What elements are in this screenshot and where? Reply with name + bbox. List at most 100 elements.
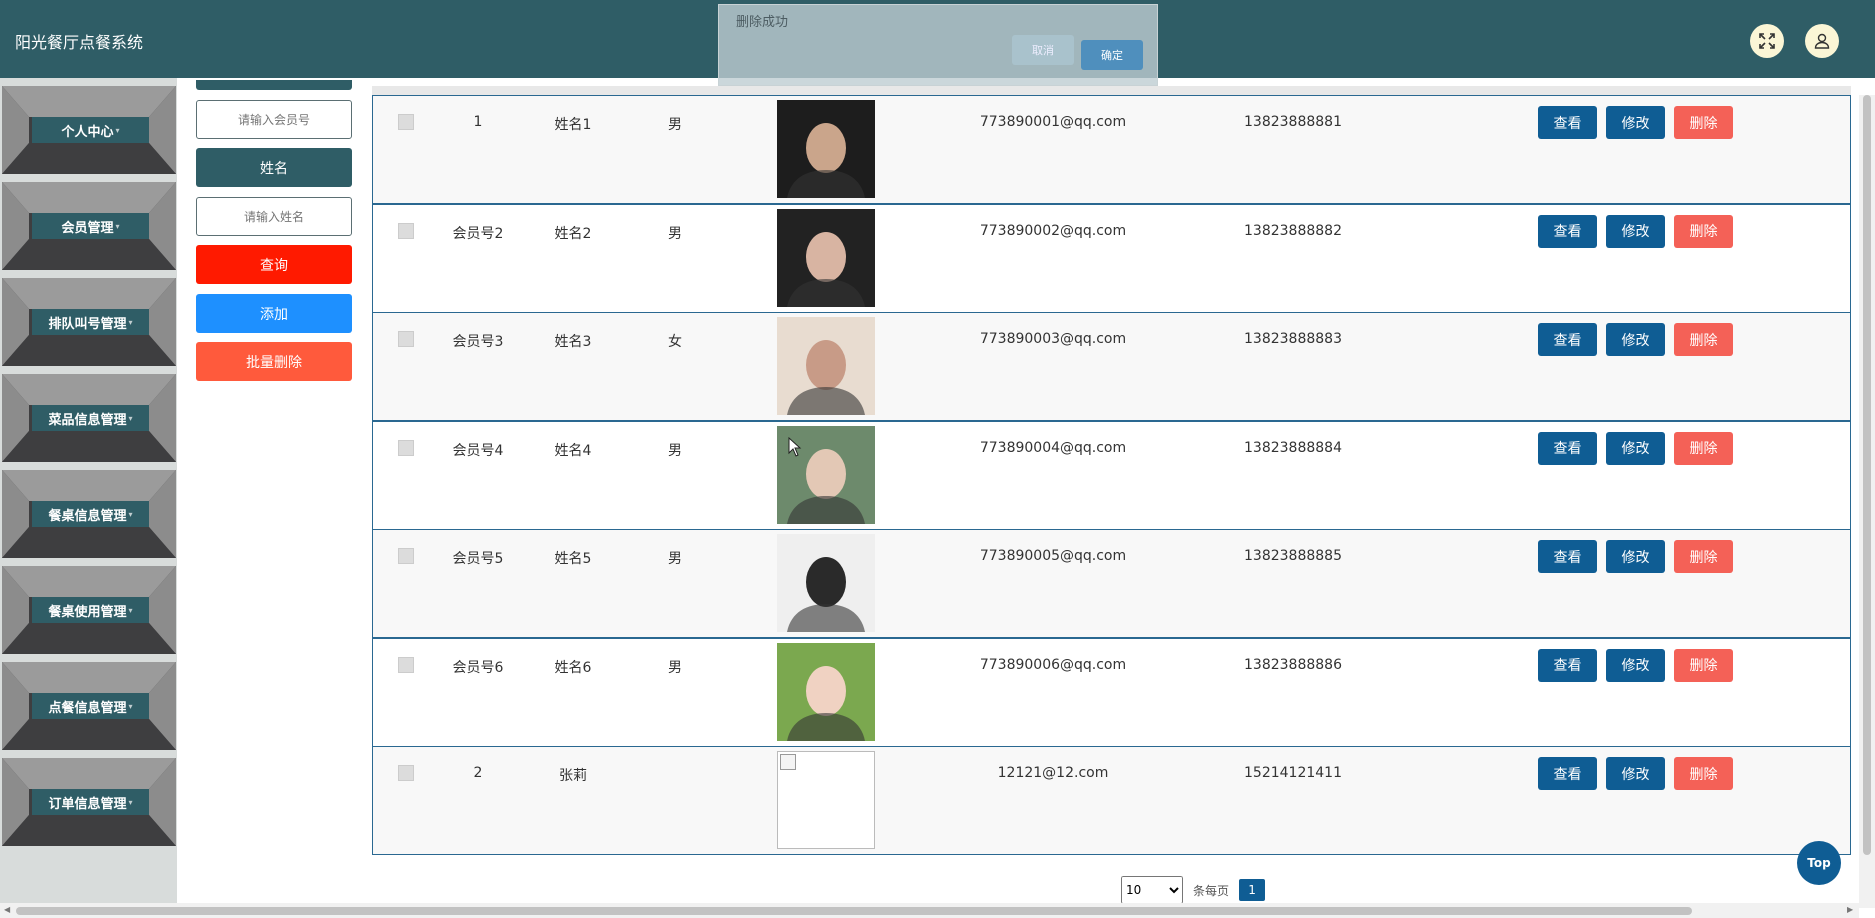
mouse-cursor-icon <box>788 437 802 457</box>
sidebar-item-label: 会员管理 ▾ <box>32 213 149 239</box>
row-checkbox[interactable] <box>398 439 414 456</box>
edit-button[interactable]: 修改 <box>1606 431 1665 465</box>
back-to-top-button[interactable]: Top <box>1797 841 1841 885</box>
edit-button[interactable]: 修改 <box>1606 323 1665 356</box>
table-row: 会员号2 姓名2 男 773890002@qq.com 13823888882 查看 修改删… <box>372 203 1851 313</box>
scroll-right-icon[interactable]: ▶ <box>1847 905 1853 914</box>
name-cell: 姓名2 <box>554 225 592 242</box>
sidebar-item-5[interactable]: 餐桌信息管理 ▾ <box>2 470 176 558</box>
member-photo <box>777 317 875 415</box>
dialog-cancel-button[interactable]: 取消 <box>1012 35 1074 65</box>
member-no-cell: 会员号3 <box>452 334 504 350</box>
name-cell: 姓名4 <box>554 442 592 459</box>
email-cell: 773890002@qq.com <box>979 222 1127 239</box>
user-icon[interactable] <box>1805 24 1839 58</box>
page-size-select[interactable]: 10 <box>1121 876 1183 904</box>
row-checkbox[interactable] <box>398 114 414 130</box>
horizontal-scrollbar[interactable]: ◀ ▶ <box>0 903 1859 918</box>
member-no-cell: 会员号6 <box>452 659 504 676</box>
sidebar-item-6[interactable]: 餐桌使用管理 ▾ <box>2 566 176 654</box>
member-photo <box>777 100 875 198</box>
vertical-scrollbar[interactable] <box>1859 95 1875 908</box>
member-no-input[interactable] <box>196 100 352 139</box>
gender-cell: 男 <box>668 442 682 459</box>
table-row: 会员号5 姓名5 男 773890005@qq.com 13823888885 查看 修改删… <box>372 529 1851 638</box>
view-button[interactable]: 查看 <box>1538 214 1597 248</box>
edit-button[interactable]: 修改 <box>1606 540 1665 573</box>
view-button[interactable]: 查看 <box>1538 323 1597 356</box>
dialog-message: 删除成功 <box>736 15 789 30</box>
row-checkbox[interactable] <box>398 222 414 239</box>
delete-button[interactable]: 删除 <box>1674 431 1733 465</box>
row-checkbox[interactable] <box>398 331 414 347</box>
page-1-button[interactable]: 1 <box>1239 879 1266 901</box>
sidebar-item-3[interactable]: 排队叫号管理 ▾ <box>2 278 176 366</box>
edit-button[interactable]: 修改 <box>1606 106 1665 139</box>
view-button[interactable]: 查看 <box>1538 648 1597 682</box>
search-panel-strip <box>196 80 352 90</box>
pagination: 10 条每页 1 <box>1121 876 1266 904</box>
fullscreen-icon[interactable] <box>1750 24 1784 58</box>
delete-button[interactable]: 删除 <box>1674 214 1733 248</box>
view-button[interactable]: 查看 <box>1538 431 1597 465</box>
phone-cell: 13823888886 <box>1244 656 1342 673</box>
delete-button[interactable]: 删除 <box>1674 540 1733 573</box>
edit-button[interactable]: 修改 <box>1606 214 1665 248</box>
delete-button[interactable]: 删除 <box>1674 757 1733 790</box>
chevron-down-icon: ▾ <box>128 413 133 423</box>
sidebar-item-label: 订单信息管理 ▾ <box>32 789 149 815</box>
chevron-down-icon: ▾ <box>128 605 133 615</box>
table-header-strip <box>372 86 1851 95</box>
view-button[interactable]: 查看 <box>1538 106 1597 139</box>
sidebar-item-label: 餐桌使用管理 ▾ <box>32 597 149 623</box>
member-no-cell: 2 <box>473 765 483 781</box>
delete-button[interactable]: 删除 <box>1674 106 1733 139</box>
sidebar-item-1[interactable]: 个人中心 ▾ <box>2 86 176 174</box>
chevron-down-icon: ▾ <box>128 701 133 711</box>
gender-cell: 男 <box>668 659 682 676</box>
member-no-cell: 会员号5 <box>452 551 504 567</box>
name-input[interactable] <box>196 197 352 236</box>
gender-cell: 男 <box>668 117 682 133</box>
name-cell: 姓名3 <box>554 334 592 350</box>
row-checkbox[interactable] <box>398 548 414 564</box>
delete-success-dialog: 删除成功 取消 确定 <box>718 4 1158 86</box>
vertical-scroll-thumb[interactable] <box>1863 95 1871 855</box>
edit-button[interactable]: 修改 <box>1606 757 1665 790</box>
row-checkbox[interactable] <box>398 656 414 673</box>
name-cell: 姓名6 <box>554 659 592 676</box>
add-button[interactable]: 添加 <box>196 294 352 333</box>
view-button[interactable]: 查看 <box>1538 757 1597 790</box>
email-cell: 12121@12.com <box>997 765 1109 781</box>
table-row: 1 姓名1 男 773890001@qq.com 13823888881 查看 修改 删除 <box>372 95 1851 204</box>
name-cell: 姓名5 <box>554 551 592 567</box>
sidebar-item-8[interactable]: 订单信息管理 ▾ <box>2 758 176 846</box>
chevron-down-icon: ▾ <box>115 125 120 135</box>
sidebar-item-label: 排队叫号管理 ▾ <box>32 309 149 335</box>
gender-cell: 女 <box>668 334 682 350</box>
phone-cell: 15214121411 <box>1244 765 1342 781</box>
phone-cell: 13823888884 <box>1244 439 1342 456</box>
table-row: 2 张莉 12121@12.com 15214121411 查看 修改 删除 <box>372 746 1851 855</box>
batch-delete-button[interactable]: 批量删除 <box>196 342 352 381</box>
gender-cell: 男 <box>668 551 682 567</box>
delete-button[interactable]: 删除 <box>1674 323 1733 356</box>
name-label-button[interactable]: 姓名 <box>196 148 352 187</box>
query-button[interactable]: 查询 <box>196 245 352 284</box>
sidebar-item-2[interactable]: 会员管理 ▾ <box>2 182 176 270</box>
delete-button[interactable]: 删除 <box>1674 648 1733 682</box>
dialog-confirm-button[interactable]: 确定 <box>1081 40 1143 70</box>
sidebar-item-4[interactable]: 菜品信息管理 ▾ <box>2 374 176 462</box>
view-button[interactable]: 查看 <box>1538 540 1597 573</box>
edit-button[interactable]: 修改 <box>1606 648 1665 682</box>
scroll-left-icon[interactable]: ◀ <box>4 905 10 914</box>
table-row: 会员号4 姓名4 男 773890004@qq.com 13823888884 查看 修改删… <box>372 420 1851 530</box>
sidebar-item-label: 个人中心 ▾ <box>32 117 149 143</box>
email-cell: 773890006@qq.com <box>979 656 1127 673</box>
row-checkbox[interactable] <box>398 765 414 781</box>
name-cell: 姓名1 <box>554 117 592 133</box>
phone-cell: 13823888885 <box>1244 548 1342 564</box>
sidebar-item-7[interactable]: 点餐信息管理 ▾ <box>2 662 176 750</box>
chevron-down-icon: ▾ <box>128 509 133 519</box>
horizontal-scroll-thumb[interactable] <box>16 907 1692 915</box>
